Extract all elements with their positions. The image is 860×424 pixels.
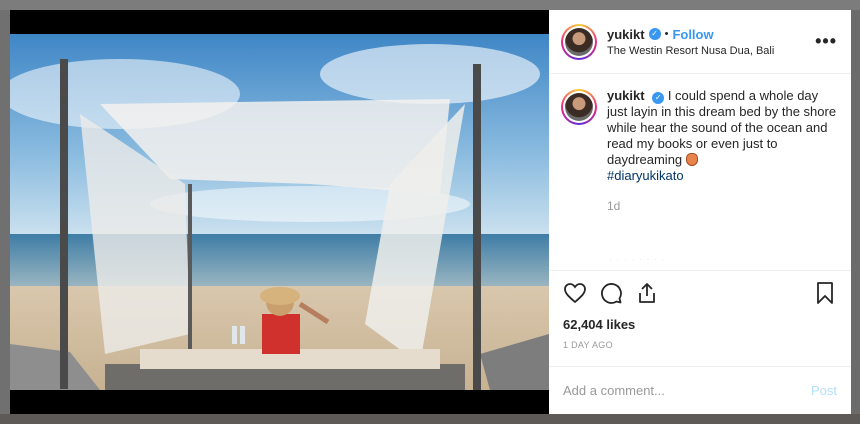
- add-comment-bar: Post: [549, 366, 851, 414]
- caption-age: 1d: [607, 199, 621, 213]
- post-header: yukikt ✓ • Follow The Westin Resort Nusa…: [549, 10, 851, 74]
- post-sidebar: yukikt ✓ • Follow The Westin Resort Nusa…: [549, 10, 851, 414]
- background-grid-top: [0, 0, 860, 10]
- background-grid-bottom: [0, 414, 860, 424]
- background-grid-left: [0, 10, 10, 414]
- caption-username[interactable]: yukikt: [607, 88, 645, 103]
- avatar[interactable]: [565, 27, 593, 56]
- action-section: 62,404 likes 1 DAY AGO: [549, 270, 851, 366]
- caption: yukikt ✓ I could spend a whole day just …: [561, 88, 837, 214]
- beach-canopy-photo: [10, 34, 549, 390]
- story-ring[interactable]: [561, 23, 597, 60]
- post-comment-button[interactable]: Post: [811, 383, 837, 398]
- comments-area: yukikt ✓ I could spend a whole day just …: [549, 74, 851, 270]
- more-options-icon[interactable]: •••: [815, 31, 837, 52]
- share-icon[interactable]: [635, 281, 659, 305]
- heart-icon[interactable]: [563, 281, 587, 305]
- faded-comment-row: · · · · · · · ·: [609, 254, 666, 264]
- separator-dot: •: [664, 28, 669, 40]
- post-timestamp[interactable]: 1 DAY AGO: [563, 340, 837, 350]
- caption-verified-badge-icon: ✓: [652, 92, 665, 104]
- caption-avatar[interactable]: [565, 93, 593, 121]
- likes-count[interactable]: 62,404 likes: [563, 317, 837, 332]
- follow-button[interactable]: Follow: [672, 27, 713, 42]
- comment-input[interactable]: [563, 383, 811, 398]
- caption-story-ring[interactable]: [561, 89, 597, 125]
- comment-icon[interactable]: [599, 281, 623, 305]
- location-link[interactable]: The Westin Resort Nusa Dua, Bali: [607, 45, 815, 57]
- post-photo[interactable]: [10, 10, 549, 414]
- post-modal: yukikt ✓ • Follow The Westin Resort Nusa…: [10, 10, 851, 414]
- background-grid-right: [851, 10, 860, 414]
- emoji-icon: [685, 153, 698, 166]
- hashtag-link[interactable]: #diaryukikato: [607, 168, 837, 184]
- verified-badge-icon: ✓: [648, 28, 661, 40]
- bookmark-icon[interactable]: [813, 281, 837, 305]
- username-link[interactable]: yukikt: [607, 27, 645, 42]
